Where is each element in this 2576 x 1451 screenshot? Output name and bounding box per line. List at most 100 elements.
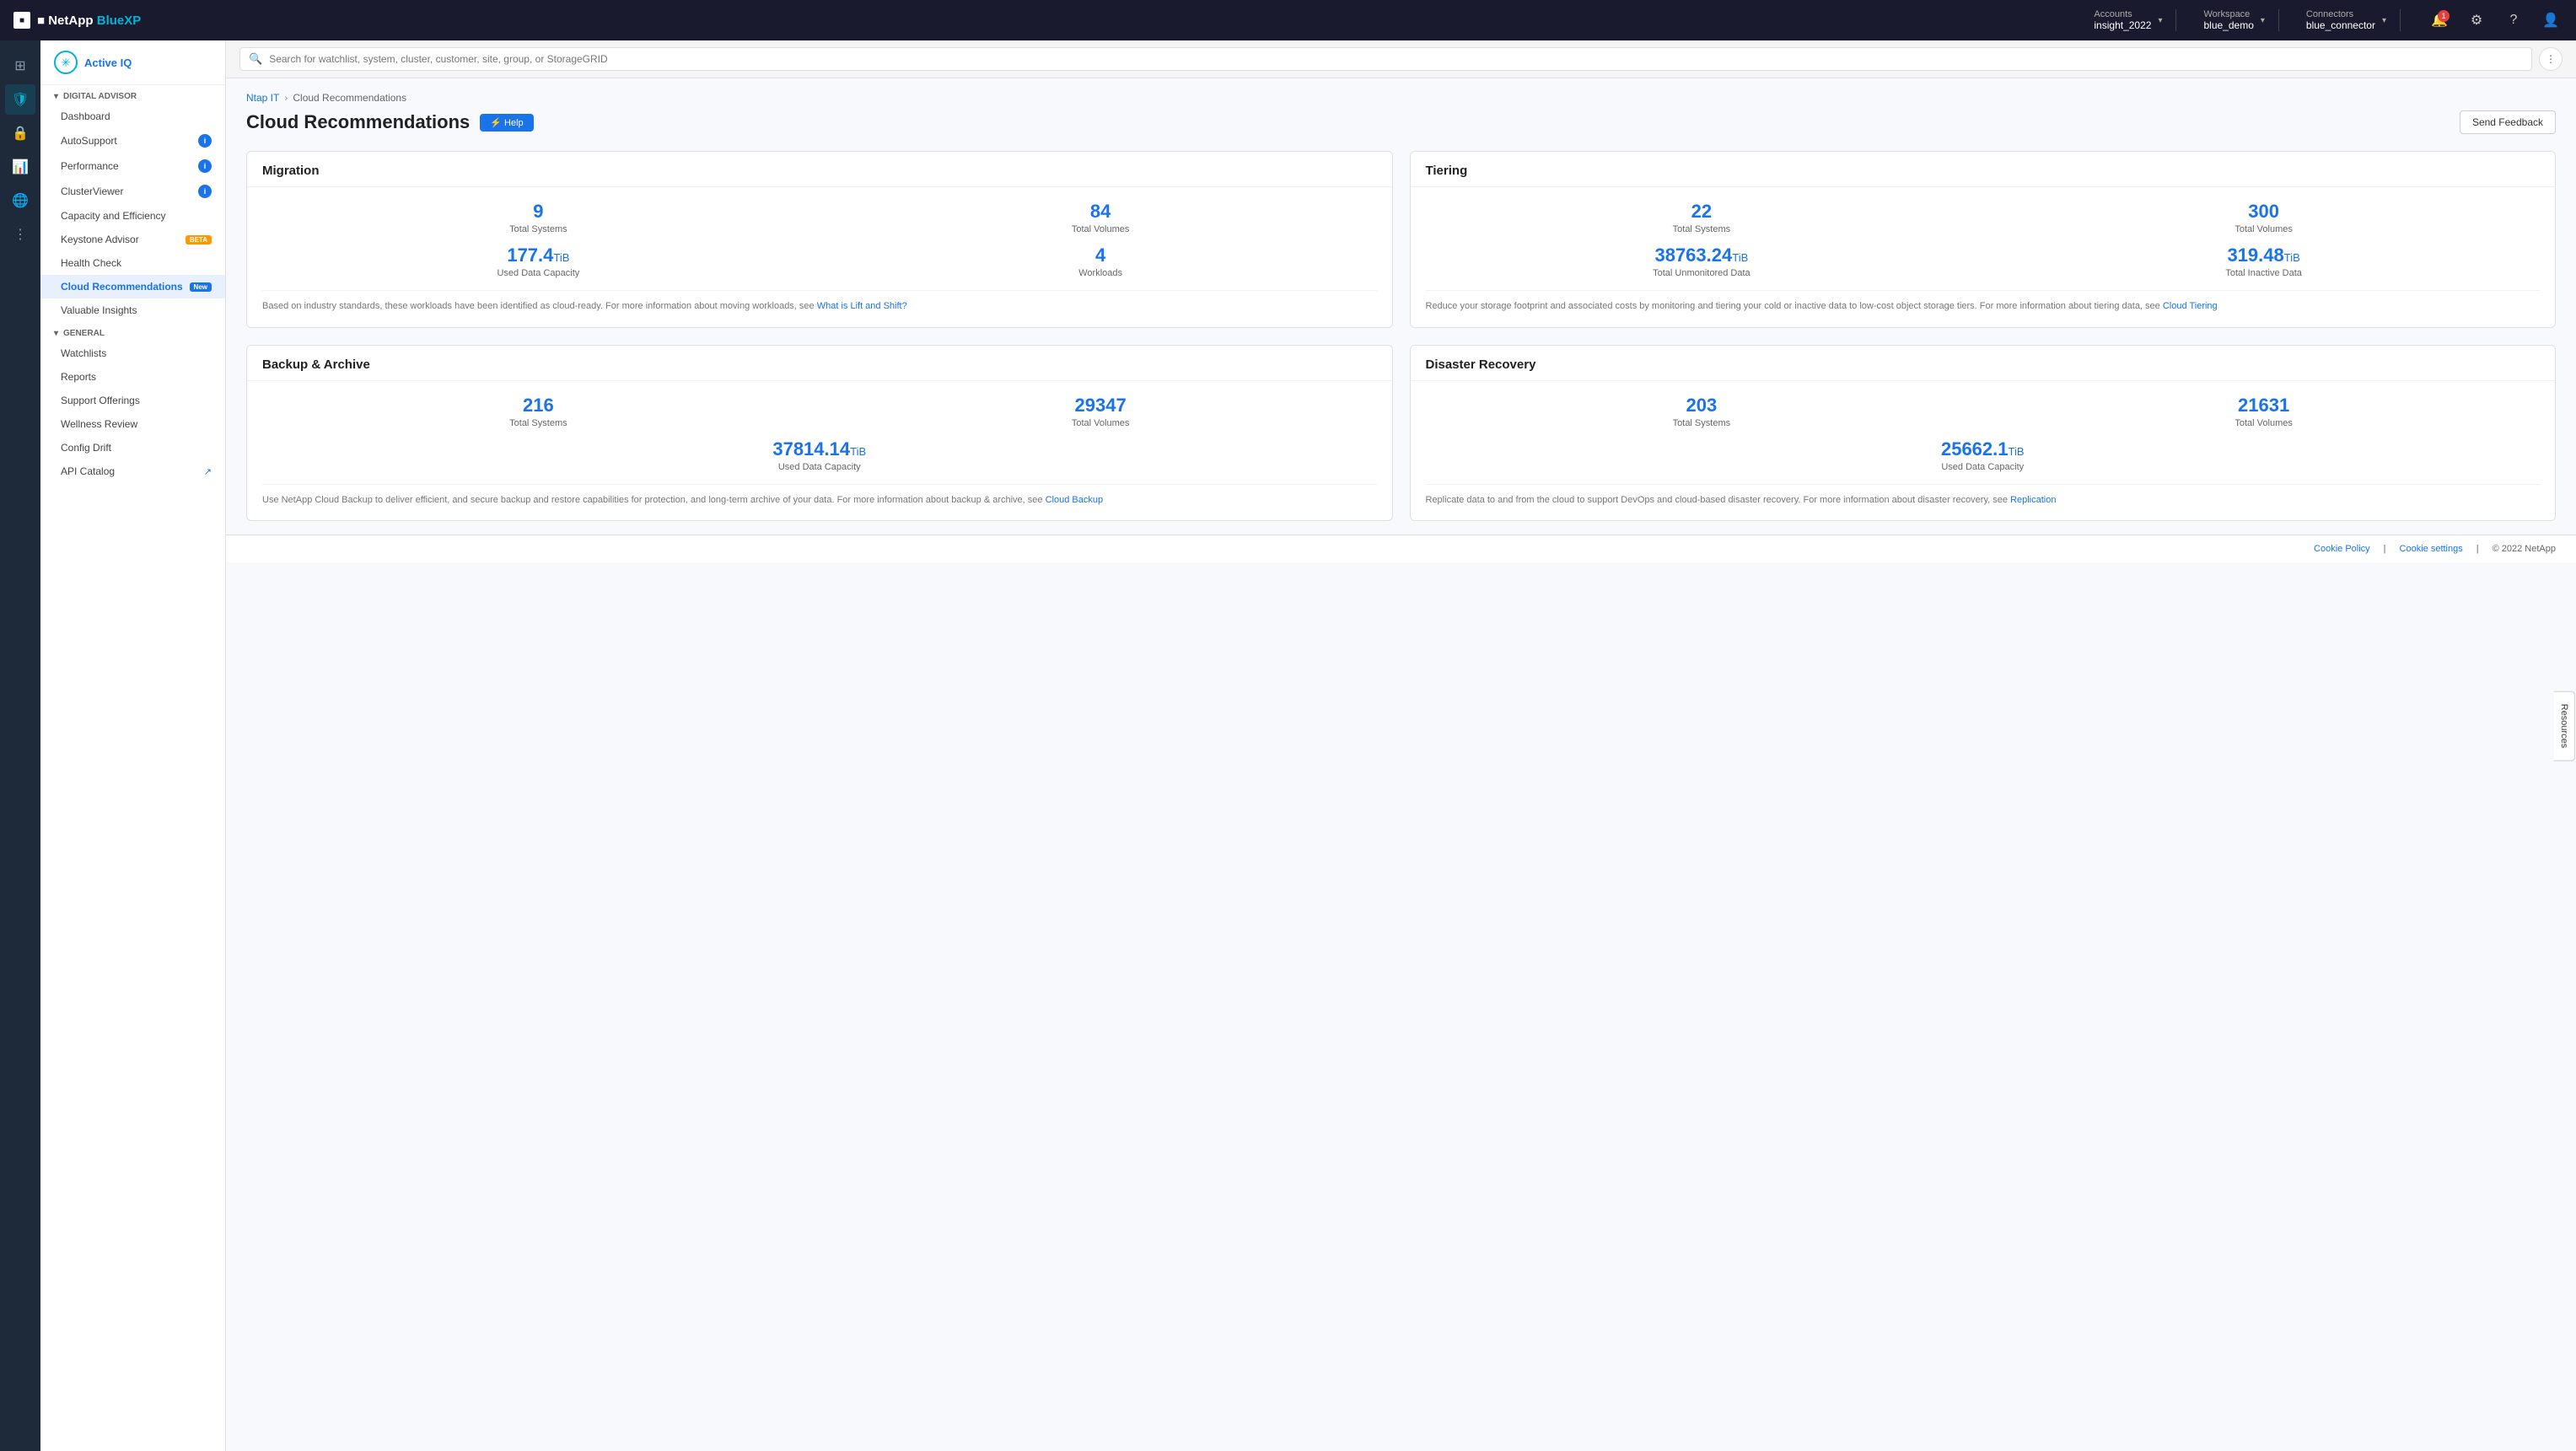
backup-card-header: Backup & Archive [247, 346, 1392, 381]
breadcrumb-current: Cloud Recommendations [293, 92, 406, 104]
sidebar-item-apicatalog-label: API Catalog [61, 465, 115, 477]
migration-link[interactable]: What is Lift and Shift? [817, 301, 907, 311]
sidebar-item-apicatalog[interactable]: API Catalog ↗ [40, 459, 225, 483]
layout: ⊞ 🛡 🔒 📊 🌐 ⋮ ✳ Active IQ ▾ DIGITAL ADVISO… [0, 40, 2576, 1451]
workspace-value: blue_demo [2203, 19, 2253, 31]
send-feedback-button[interactable]: Send Feedback [2460, 110, 2556, 134]
tiering-total-systems: 22 Total Systems [1426, 201, 1978, 234]
search-input[interactable] [269, 53, 2523, 65]
tiering-unmonitored-value: 38763.24TiB [1426, 245, 1978, 266]
iconbar-shield-button[interactable]: 🔒 [5, 118, 35, 148]
iconbar-chart-button[interactable]: 📊 [5, 152, 35, 182]
disaster-used-capacity-label: Used Data Capacity [1426, 462, 2541, 472]
general-chevron-icon: ▾ [54, 329, 58, 338]
disaster-total-volumes: 21631 Total Volumes [1987, 395, 2540, 428]
topnav-icons: 🔔 1 ⚙ ? 👤 [2428, 8, 2563, 32]
resources-tab[interactable]: Resources [2554, 691, 2575, 760]
disaster-total-systems: 203 Total Systems [1426, 395, 1978, 428]
sidebar-item-clusterviewer[interactable]: ClusterViewer i [40, 179, 225, 204]
tiering-total-volumes-value: 300 [1987, 201, 2540, 223]
tiering-card-body: 22 Total Systems 300 Total Volumes 38763… [1411, 187, 2556, 327]
general-section-header[interactable]: ▾ GENERAL [40, 322, 225, 341]
sidebar-title: Active IQ [84, 56, 132, 69]
cookie-policy-link[interactable]: Cookie Policy [2314, 544, 2370, 554]
migration-total-systems-value: 9 [262, 201, 815, 223]
backup-stats: 216 Total Systems 29347 Total Volumes 37… [262, 395, 1377, 472]
tiering-inactive-label: Total Inactive Data [1987, 268, 2540, 278]
sidebar-header: ✳ Active IQ [40, 40, 225, 85]
migration-card: Migration 9 Total Systems 84 Total Volum… [246, 151, 1393, 328]
iconbar-share-button[interactable]: ⋮ [5, 219, 35, 250]
sidebar-item-support[interactable]: Support Offerings [40, 389, 225, 412]
backup-link[interactable]: Cloud Backup [1046, 495, 1104, 505]
sidebar-item-healthcheck[interactable]: Health Check [40, 251, 225, 275]
cookie-settings-link[interactable]: Cookie settings [2400, 544, 2463, 554]
sidebar-item-valuableinsights-label: Valuable Insights [61, 304, 137, 316]
workspace-section[interactable]: Workspace blue_demo ▾ [2190, 9, 2278, 31]
main: 🔍 ⋮ Ntap IT › Cloud Recommendations Clou… [226, 40, 2576, 1451]
connectors-label: Connectors [2306, 9, 2375, 19]
iconbar-globe-button[interactable]: 🌐 [5, 185, 35, 216]
breadcrumb-parent[interactable]: Ntap IT [246, 92, 279, 104]
digital-advisor-section-header[interactable]: ▾ DIGITAL ADVISOR [40, 85, 225, 105]
sidebar-item-autosupport-label: AutoSupport [61, 135, 117, 147]
disaster-total-volumes-label: Total Volumes [1987, 418, 2540, 428]
logo-text: ■ NetApp BlueXP [37, 13, 141, 28]
help-question-button[interactable]: ? [2502, 8, 2525, 32]
sidebar-item-wellness[interactable]: Wellness Review [40, 412, 225, 436]
sidebar-item-autosupport[interactable]: AutoSupport i [40, 128, 225, 153]
tiering-card-header: Tiering [1411, 152, 2556, 187]
sidebar-item-dashboard[interactable]: Dashboard [40, 105, 225, 128]
backup-total-volumes-value: 29347 [825, 395, 1377, 416]
backup-used-capacity: 37814.14TiB Used Data Capacity [262, 438, 1377, 472]
cloudrecommendations-badge: New [190, 282, 212, 292]
disaster-card-body: 203 Total Systems 21631 Total Volumes 25… [1411, 381, 2556, 521]
notification-bell-button[interactable]: 🔔 1 [2428, 8, 2451, 32]
sidebar-item-reports-label: Reports [61, 371, 96, 383]
sidebar-item-support-label: Support Offerings [61, 395, 140, 406]
sidebar-item-reports[interactable]: Reports [40, 365, 225, 389]
disaster-total-systems-value: 203 [1426, 395, 1978, 416]
sidebar-item-watchlists[interactable]: Watchlists [40, 341, 225, 365]
migration-card-header: Migration [247, 152, 1392, 187]
connectors-section[interactable]: Connectors blue_connector ▾ [2293, 9, 2401, 31]
search-input-wrap: 🔍 [239, 47, 2532, 71]
settings-gear-button[interactable]: ⚙ [2465, 8, 2488, 32]
sidebar-item-configdrift[interactable]: Config Drift [40, 436, 225, 459]
migration-workloads: 4 Workloads [825, 245, 1377, 278]
sidebar-item-keystone-label: Keystone Advisor [61, 234, 139, 245]
cards-grid: Migration 9 Total Systems 84 Total Volum… [246, 151, 2556, 521]
sidebar-item-cloudrecommendations[interactable]: Cloud Recommendations New [40, 275, 225, 298]
search-options-button[interactable]: ⋮ [2539, 47, 2563, 71]
migration-total-systems: 9 Total Systems [262, 201, 815, 234]
clusterviewer-badge: i [198, 185, 212, 198]
activeiq-logo-icon: ✳ [54, 51, 78, 74]
help-button[interactable]: ⚡ Help [480, 114, 533, 132]
apicatalog-external-link-icon: ↗ [204, 466, 212, 477]
tiering-inactive-value: 319.48TiB [1987, 245, 2540, 266]
accounts-section[interactable]: Accounts insight_2022 ▾ [2080, 9, 2176, 31]
sidebar-item-capacity[interactable]: Capacity and Efficiency [40, 204, 225, 228]
backup-used-capacity-label: Used Data Capacity [262, 462, 1377, 472]
tiering-link[interactable]: Cloud Tiering [2163, 301, 2218, 311]
disaster-link[interactable]: Replication [2010, 495, 2056, 505]
sidebar-item-performance[interactable]: Performance i [40, 153, 225, 179]
iconbar-home-button[interactable]: ⊞ [5, 51, 35, 81]
migration-total-systems-label: Total Systems [262, 224, 815, 234]
migration-total-volumes-value: 84 [825, 201, 1377, 223]
sidebar-item-valuableinsights[interactable]: Valuable Insights [40, 298, 225, 322]
connectors-value: blue_connector [2306, 19, 2375, 31]
keystone-badge: BETA [186, 235, 212, 245]
backup-card-body: 216 Total Systems 29347 Total Volumes 37… [247, 381, 1392, 521]
migration-card-body: 9 Total Systems 84 Total Volumes 177.4Ti… [247, 187, 1392, 327]
tiering-description: Reduce your storage footprint and associ… [1426, 290, 2541, 314]
user-avatar-button[interactable]: 👤 [2539, 8, 2563, 32]
sidebar: ✳ Active IQ ▾ DIGITAL ADVISOR Dashboard … [40, 40, 226, 1451]
sidebar-item-keystone[interactable]: Keystone Advisor BETA [40, 228, 225, 251]
sidebar-item-configdrift-label: Config Drift [61, 442, 111, 454]
tiering-total-systems-value: 22 [1426, 201, 1978, 223]
migration-used-capacity-value: 177.4TiB [262, 245, 815, 266]
iconbar-activeiq-button[interactable]: 🛡 [5, 84, 35, 115]
sidebar-item-performance-label: Performance [61, 160, 119, 172]
sidebar-item-watchlists-label: Watchlists [61, 347, 106, 359]
